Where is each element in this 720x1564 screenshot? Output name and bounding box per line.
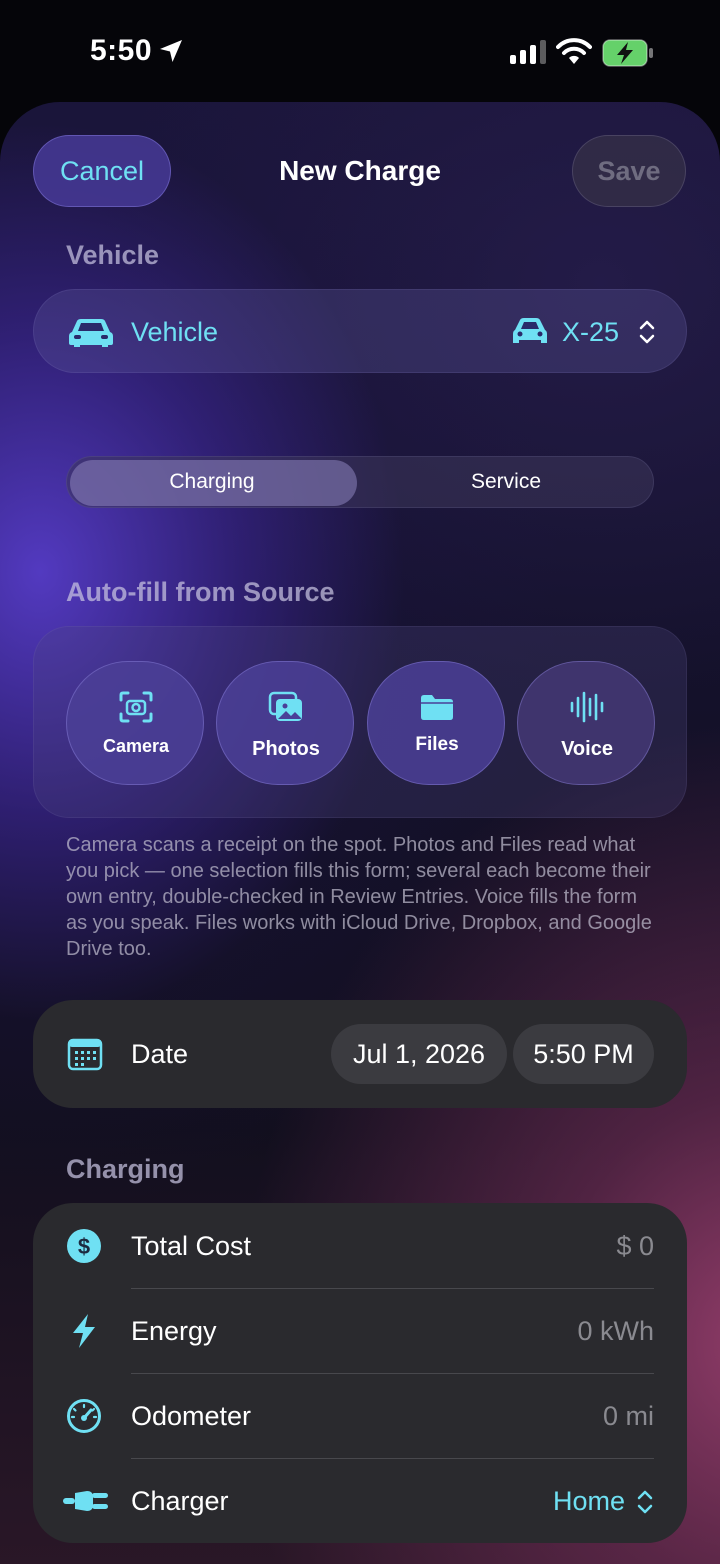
status-time: 5:50 xyxy=(90,34,153,67)
chevron-up-down-icon xyxy=(637,1490,653,1514)
time-picker-chip[interactable]: 5:50 PM xyxy=(513,1024,654,1084)
photos-icon xyxy=(268,691,302,721)
location-arrow-icon xyxy=(160,40,182,62)
selected-vehicle-value: X-25 xyxy=(562,317,620,347)
odometer-row[interactable]: Odometer 0 mi xyxy=(33,1373,687,1458)
folder-icon xyxy=(421,695,453,720)
total-cost-row[interactable]: $ Total Cost $ 0 xyxy=(33,1203,687,1288)
date-label: Date xyxy=(131,1039,189,1069)
save-button[interactable]: Save xyxy=(572,135,686,207)
autofill-section-heading: Auto-fill from Source xyxy=(66,577,335,607)
chevron-up-down-icon xyxy=(639,320,655,344)
camera-scan-icon xyxy=(119,691,153,723)
voice-source-button[interactable]: Voice xyxy=(517,661,655,785)
odometer-value[interactable]: 0 mi xyxy=(603,1401,654,1432)
energy-value[interactable]: 0 kWh xyxy=(577,1316,654,1347)
charging-details-card: $ Total Cost $ 0 Energy 0 kWh Odometer 0… xyxy=(33,1203,687,1543)
vehicle-row-label: Vehicle xyxy=(131,317,219,347)
status-bar: 5:50 xyxy=(0,0,720,100)
odometer-label: Odometer xyxy=(131,1401,252,1431)
camera-source-button[interactable]: Camera xyxy=(66,661,204,785)
vehicle-picker[interactable]: Vehicle X-25 xyxy=(33,289,687,373)
camera-source-label: Camera xyxy=(102,736,170,756)
charger-value[interactable]: Home xyxy=(553,1486,625,1517)
autofill-source-panel: Camera Photos Files Voice xyxy=(33,626,687,818)
charger-row[interactable]: Charger Home xyxy=(33,1458,687,1543)
total-cost-label: Total Cost xyxy=(131,1231,252,1261)
segment-charging[interactable]: Charging xyxy=(67,470,357,494)
gauge-icon xyxy=(67,1399,101,1433)
date-picker-chip[interactable]: Jul 1, 2026 xyxy=(331,1024,507,1084)
svg-text:$: $ xyxy=(78,1234,90,1259)
battery-charging-icon xyxy=(602,39,653,67)
total-cost-value[interactable]: $ 0 xyxy=(616,1231,654,1262)
energy-label: Energy xyxy=(131,1316,217,1346)
new-charge-sheet: Cancel New Charge Save Vehicle Vehicle X… xyxy=(0,102,720,1564)
car-front-icon xyxy=(513,318,547,343)
charger-label: Charger xyxy=(131,1486,229,1516)
photos-source-button[interactable]: Photos xyxy=(216,661,354,785)
cellular-signal-icon xyxy=(510,40,546,64)
wifi-icon xyxy=(556,38,592,64)
energy-row[interactable]: Energy 0 kWh xyxy=(33,1288,687,1373)
dollar-circle-icon: $ xyxy=(67,1229,101,1263)
entry-type-segmented-control: Charging Service xyxy=(66,456,654,508)
car-icon xyxy=(69,319,113,347)
waveform-icon xyxy=(570,691,604,723)
calendar-icon xyxy=(67,1038,103,1071)
segment-service[interactable]: Service xyxy=(361,470,651,494)
photos-source-label: Photos xyxy=(252,738,320,760)
vehicle-section-heading: Vehicle xyxy=(66,240,160,270)
bolt-icon xyxy=(73,1314,95,1348)
plug-icon xyxy=(63,1491,108,1511)
charging-section-heading: Charging xyxy=(66,1154,185,1184)
date-row-card: Date Jul 1, 2026 5:50 PM xyxy=(33,1000,687,1108)
voice-source-label: Voice xyxy=(561,738,613,760)
files-source-button[interactable]: Files xyxy=(367,661,505,785)
files-source-label: Files xyxy=(415,734,459,755)
autofill-helper-text: Camera scans a receipt on the spot. Phot… xyxy=(66,834,652,960)
